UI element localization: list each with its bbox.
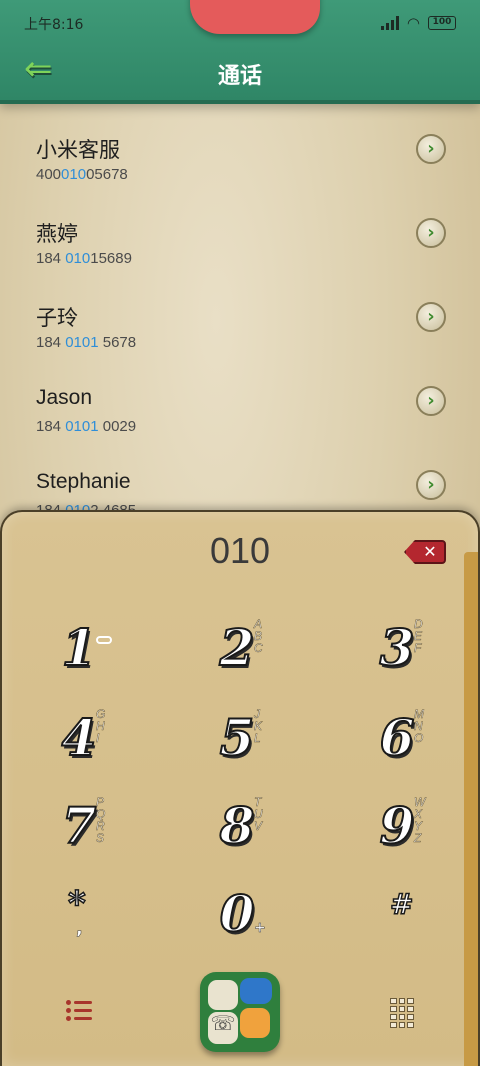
chevron-right-icon[interactable]: › bbox=[416, 302, 446, 332]
header-bar: 上午8:16 ◠ 100 ⇐ 通话 bbox=[0, 0, 480, 104]
contact-row[interactable]: Jason 184 0101 0029 › bbox=[36, 386, 446, 466]
key-letters: P Q R S bbox=[96, 795, 106, 845]
phone-handset-icon: ☏ bbox=[210, 1011, 236, 1035]
contact-name: Stephanie bbox=[36, 470, 131, 493]
signal-icon bbox=[380, 16, 399, 30]
page-title: 通话 bbox=[217, 64, 262, 89]
key-letters: T U V bbox=[254, 795, 263, 833]
contact-number: 184 0101 5678 bbox=[36, 334, 137, 351]
chevron-right-icon[interactable]: › bbox=[416, 386, 446, 416]
key-digit: 1 bbox=[61, 617, 98, 678]
status-bar: 上午8:16 ◠ 100 bbox=[24, 10, 456, 36]
key-letters: J K L bbox=[254, 707, 263, 745]
key-hash[interactable]: # bbox=[372, 884, 480, 954]
contact-number: 184 0101 0029 bbox=[36, 418, 137, 435]
contact-number: 40001005678 bbox=[36, 166, 128, 183]
key-sub: + bbox=[254, 920, 266, 937]
contact-row[interactable]: 小米客服 40001005678 › bbox=[36, 134, 446, 214]
key-0[interactable]: 0 + bbox=[212, 883, 332, 954]
contact-row[interactable]: 燕婷 184 01015689 › bbox=[36, 218, 446, 298]
menu-list-icon[interactable] bbox=[66, 1000, 92, 1022]
key-4[interactable]: 4 G H I bbox=[54, 707, 174, 778]
contact-name: 子玲 bbox=[36, 307, 78, 330]
key-5[interactable]: 5 J K L bbox=[212, 707, 332, 778]
status-time: 上午8:16 bbox=[24, 17, 84, 33]
key-9[interactable]: 9 W X Y Z bbox=[372, 795, 480, 866]
key-6[interactable]: 6 M N O bbox=[372, 707, 480, 778]
status-icons: ◠ 100 bbox=[380, 14, 456, 32]
key-letters: W X Y Z bbox=[414, 795, 426, 845]
key-2[interactable]: 2 A B C bbox=[212, 617, 332, 688]
key-letters: D E F bbox=[414, 617, 423, 655]
contact-name: 小米客服 bbox=[36, 139, 120, 162]
contact-number: 184 01015689 bbox=[36, 250, 132, 267]
key-1[interactable]: 1 bbox=[54, 617, 174, 688]
key-letters: M N O bbox=[414, 707, 425, 745]
key-symbol: # bbox=[389, 887, 414, 922]
contact-name: 燕婷 bbox=[36, 223, 78, 246]
contact-name: Jason bbox=[36, 386, 93, 409]
wifi-icon: ◠ bbox=[406, 14, 420, 32]
key-3[interactable]: 3 D E F bbox=[372, 617, 480, 688]
contact-row[interactable]: 子玲 184 0101 5678 › bbox=[36, 302, 446, 382]
key-star[interactable]: * , bbox=[54, 883, 174, 954]
keypad-icon[interactable] bbox=[390, 998, 414, 1028]
battery-icon: 100 bbox=[428, 16, 456, 30]
chevron-right-icon[interactable]: › bbox=[416, 470, 446, 500]
call-icon[interactable]: ☏ bbox=[200, 972, 280, 1052]
chevron-right-icon[interactable]: › bbox=[416, 218, 446, 248]
chevron-right-icon[interactable]: › bbox=[416, 134, 446, 164]
key-7[interactable]: 7 P Q R S bbox=[54, 795, 174, 866]
key-8[interactable]: 8 T U V bbox=[212, 795, 332, 866]
key-letters: G H I bbox=[96, 707, 106, 745]
voicemail-icon bbox=[96, 636, 112, 644]
key-letters: A B C bbox=[254, 617, 263, 655]
key-sub: , bbox=[76, 918, 83, 940]
